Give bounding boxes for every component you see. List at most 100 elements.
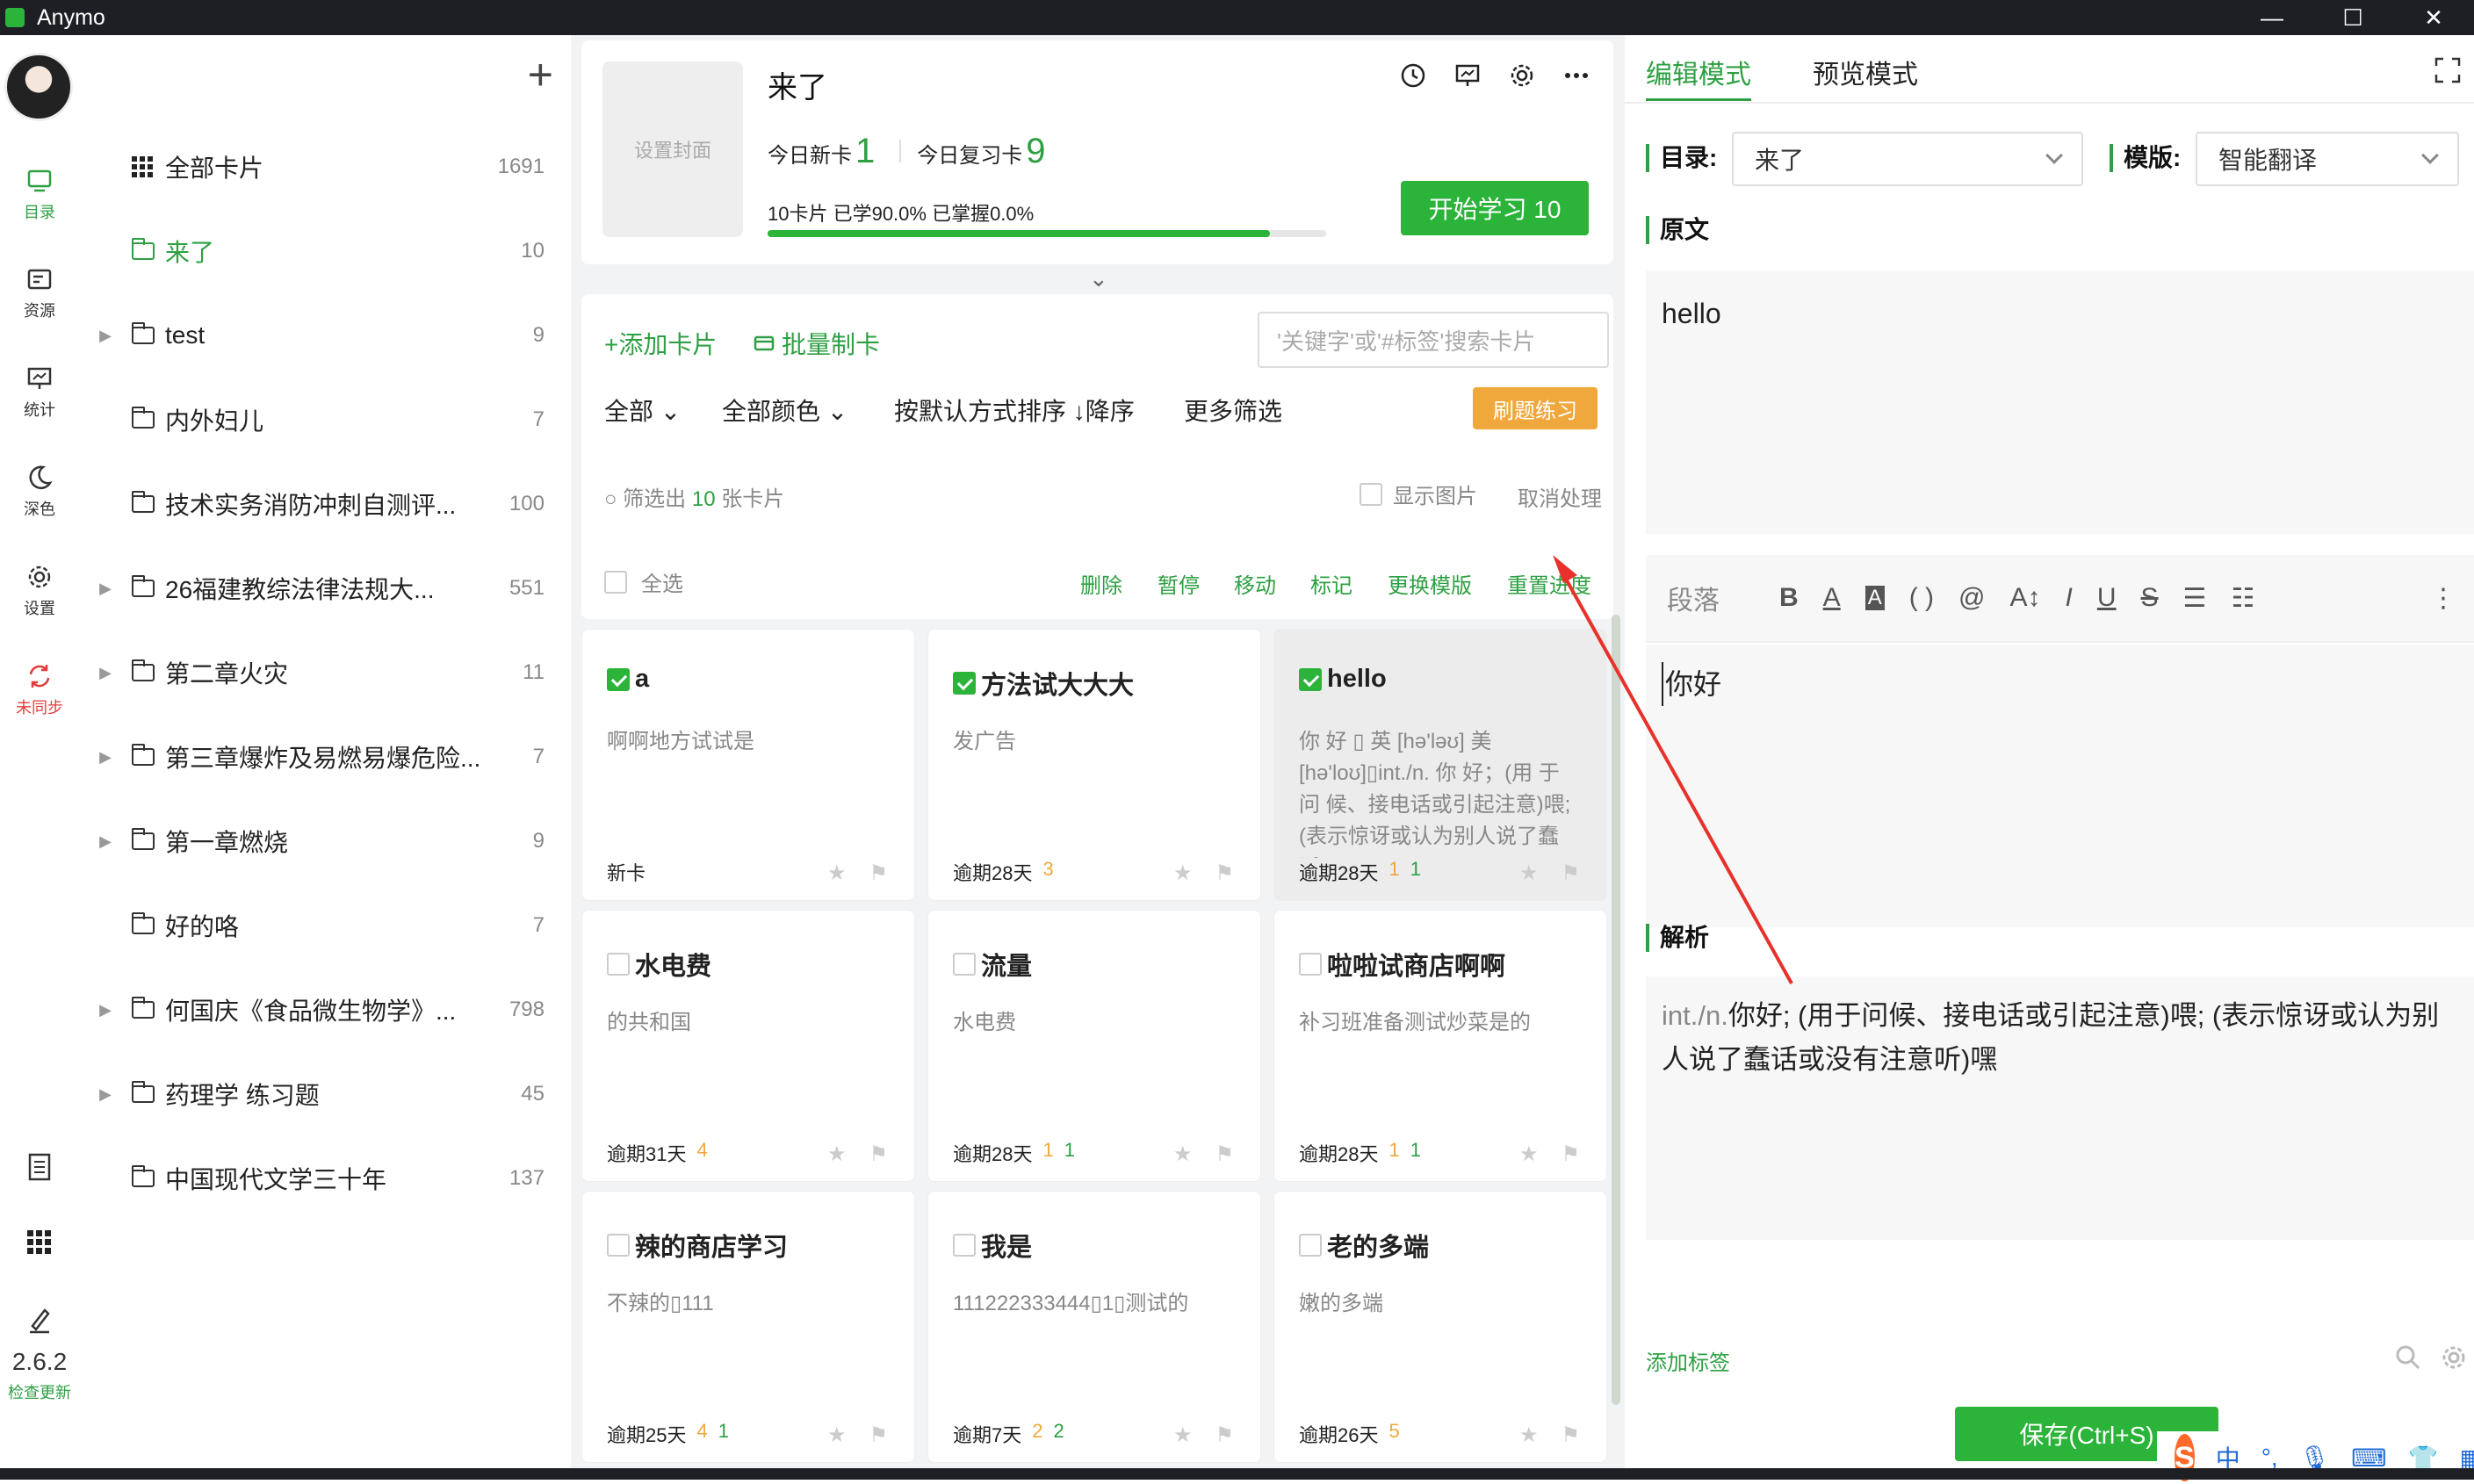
expand-arrow-icon[interactable]: ▶ <box>79 832 132 851</box>
flashcard[interactable]: 方法试大大大 发广告 逾期28天 3 ★ ⚑ <box>927 629 1261 901</box>
show-images-toggle[interactable]: 显示图片 <box>1360 479 1477 509</box>
dir-item[interactable]: ▶ 第三章爆炸及易燃易爆危险... 7 <box>79 731 545 783</box>
flag-icon[interactable]: ⚑ <box>869 861 888 886</box>
flashcard[interactable]: hello 你 好 ▯ 英 [hə'ləʊ] 美 [hə'loʊ]▯int./n.… <box>1273 629 1607 901</box>
dir-item[interactable]: ▶ 何国庆《食品微生物学》... 798 <box>79 983 545 1036</box>
flashcard[interactable]: 水电费 的共和国 逾期31天 4 ★ ⚑ <box>581 910 915 1182</box>
change-template-button[interactable]: 更换模版 <box>1388 568 1472 599</box>
expand-arrow-icon[interactable]: ▶ <box>79 1001 132 1019</box>
italic-icon[interactable]: I <box>2066 583 2073 613</box>
font-size-icon[interactable]: A↕ <box>2010 583 2041 613</box>
star-icon[interactable]: ★ <box>1173 1142 1193 1167</box>
gear-icon[interactable] <box>2440 1344 2468 1372</box>
flashcard[interactable]: 辣的商店学习 不辣的▯111 逾期25天 4 1 ★ ⚑ <box>581 1191 915 1463</box>
star-icon[interactable]: ★ <box>1519 861 1539 886</box>
card-checkbox[interactable] <box>607 667 630 691</box>
star-icon[interactable]: ★ <box>1173 1423 1193 1448</box>
tab-preview[interactable]: 预览模式 <box>1813 53 1918 91</box>
sort-dropdown[interactable]: 按默认方式排序 ↓降序 <box>894 393 1135 428</box>
expand-arrow-icon[interactable]: ▶ <box>79 580 132 598</box>
expand-arrow-icon[interactable]: ▶ <box>79 327 132 345</box>
flashcard[interactable]: 我是 111222333444▯1▯测试的 逾期7天 2 2 ★ ⚑ <box>927 1191 1261 1463</box>
more-vertical-icon[interactable]: ⋮ <box>2430 583 2456 614</box>
star-icon[interactable]: ★ <box>827 1142 847 1167</box>
reset-progress-button[interactable]: 重置进度 <box>1507 568 1591 599</box>
flashcard[interactable]: 老的多端 嫩的多端 逾期26天 5 ★ ⚑ <box>1273 1191 1607 1463</box>
expand-arrow-icon[interactable]: ▶ <box>79 748 132 767</box>
set-cover-button[interactable]: 设置封面 <box>602 61 743 237</box>
status-dropdown[interactable]: 全部 ⌄ <box>604 393 681 428</box>
add-tag-link[interactable]: 添加标签 <box>1646 1345 1730 1376</box>
analysis-editor[interactable]: int./n.你好; (用于问候、接电话或引起注意)喂; (表示惊讶或认为别人说… <box>1646 976 2474 1240</box>
dir-item[interactable]: 技术实务消防冲刺自测评... 100 <box>79 478 545 530</box>
select-all-toggle[interactable]: 全选 <box>604 566 683 597</box>
flashcard[interactable]: a 啊啊地方试试是 新卡 ★ ⚑ <box>581 629 915 901</box>
dir-item[interactable]: ▶ 药理学 练习题 45 <box>79 1068 545 1120</box>
flag-icon[interactable]: ⚑ <box>1215 1142 1234 1167</box>
star-icon[interactable]: ★ <box>827 861 847 886</box>
dir-item-all-cards[interactable]: 全部卡片 1691 <box>79 140 545 193</box>
rail-item-dark[interactable]: 深色 <box>0 464 79 520</box>
strikethrough-icon[interactable]: S <box>2141 583 2159 613</box>
show-images-checkbox[interactable] <box>1360 482 1382 506</box>
dir-item[interactable]: 内外妇儿 7 <box>79 393 545 446</box>
flag-icon[interactable]: ⚑ <box>1561 1142 1580 1167</box>
more-filters-button[interactable]: 更多筛选 <box>1184 393 1282 428</box>
start-study-button[interactable]: 开始学习 10 <box>1401 181 1589 235</box>
bold-icon[interactable]: B <box>1779 583 1799 613</box>
flag-icon[interactable]: ⚑ <box>869 1142 888 1167</box>
card-checkbox[interactable] <box>953 953 976 976</box>
star-icon[interactable]: ★ <box>1519 1423 1539 1448</box>
delete-button[interactable]: 删除 <box>1080 568 1122 599</box>
rail-item-sync[interactable]: 未同步 <box>0 662 79 718</box>
star-icon[interactable]: ★ <box>1173 861 1193 886</box>
dir-item[interactable]: 中国现代文学三十年 137 <box>79 1152 545 1205</box>
expand-arrow-icon[interactable]: ▶ <box>79 1085 132 1104</box>
flashcard[interactable]: 啦啦试商店啊啊 补习班准备测试炒菜是的 逾期28天 1 1 ★ ⚑ <box>1273 910 1607 1182</box>
flashcard[interactable]: 流量 水电费 逾期28天 1 1 ★ ⚑ <box>927 910 1261 1182</box>
stats-icon[interactable] <box>1453 61 1482 90</box>
card-checkbox[interactable] <box>607 1234 630 1257</box>
notes-button[interactable] <box>0 1152 79 1186</box>
tab-edit[interactable]: 编辑模式 <box>1646 53 1751 91</box>
apps-button[interactable] <box>0 1229 79 1260</box>
flag-icon[interactable]: ⚑ <box>1215 861 1234 886</box>
maximize-button[interactable]: ☐ <box>2312 0 2393 35</box>
flag-icon[interactable]: ⚑ <box>869 1423 888 1448</box>
numbered-list-icon[interactable]: ☷ <box>2231 583 2254 614</box>
write-button[interactable] <box>0 1305 79 1339</box>
close-button[interactable]: ✕ <box>2393 0 2474 35</box>
add-card-button[interactable]: +添加卡片 <box>604 326 717 361</box>
practice-button[interactable]: 刷题练习 <box>1473 387 1598 429</box>
highlight-icon[interactable]: A <box>1865 586 1885 610</box>
move-button[interactable]: 移动 <box>1234 568 1276 599</box>
select-all-checkbox[interactable] <box>604 570 627 594</box>
flag-icon[interactable]: ⚑ <box>1561 1423 1580 1448</box>
gear-icon[interactable] <box>1508 61 1536 90</box>
star-icon[interactable]: ★ <box>1519 1142 1539 1167</box>
dir-item[interactable]: ▶ 第二章火灾 11 <box>79 646 545 699</box>
rail-item-resources[interactable]: 资源 <box>0 265 79 321</box>
font-color-icon[interactable]: A <box>1823 583 1841 613</box>
rail-item-settings[interactable]: 设置 <box>0 563 79 619</box>
minimize-button[interactable]: — <box>2232 0 2312 35</box>
color-dropdown[interactable]: 全部颜色 ⌄ <box>722 393 848 428</box>
underline-icon[interactable]: U <box>2097 583 2117 613</box>
dir-item[interactable]: ▶ test 9 <box>79 309 545 362</box>
card-checkbox[interactable] <box>1299 667 1322 691</box>
more-icon[interactable] <box>1562 61 1590 90</box>
card-checkbox[interactable] <box>607 953 630 976</box>
avatar[interactable] <box>4 53 73 121</box>
code-icon[interactable]: ( ) <box>1909 583 1934 613</box>
mention-icon[interactable]: @ <box>1958 583 1985 613</box>
bullet-list-icon[interactable]: ☰ <box>2183 583 2207 614</box>
translation-editor[interactable]: 你好 <box>1646 645 2474 927</box>
card-checkbox[interactable] <box>1299 1234 1322 1257</box>
expand-arrow-icon[interactable]: ▶ <box>79 664 132 682</box>
directory-select[interactable]: 来了 <box>1732 132 2083 186</box>
search-input[interactable]: '关键字'或'#标签'搜索卡片 <box>1258 312 1609 368</box>
cancel-process-button[interactable]: 取消处理 <box>1518 481 1602 512</box>
original-editor[interactable]: hello <box>1646 270 2474 534</box>
dir-item[interactable]: ▶ 第一章燃烧 9 <box>79 815 545 868</box>
dir-item[interactable]: 好的咯 7 <box>79 899 545 952</box>
